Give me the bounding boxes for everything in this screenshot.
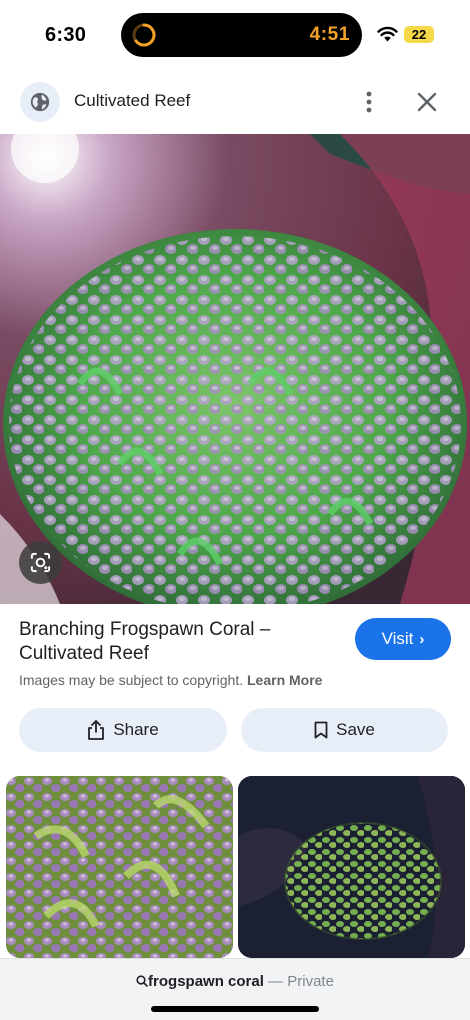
home-indicator[interactable] [151, 1006, 319, 1012]
coral-photo [0, 134, 470, 604]
wifi-icon [377, 26, 398, 42]
chevron-right-icon: › [419, 630, 425, 648]
globe-icon [30, 92, 50, 112]
site-favicon [20, 82, 60, 122]
battery-icon: 22 [404, 26, 434, 43]
dynamic-island[interactable]: 4:51 [121, 13, 362, 57]
status-bar: 6:30 4:51 22 [0, 0, 470, 70]
close-icon[interactable] [412, 87, 442, 117]
search-icon [136, 975, 148, 987]
learn-more-link[interactable]: Learn More [247, 672, 322, 688]
google-lens-button[interactable] [19, 541, 62, 584]
google-lens-icon [30, 552, 51, 573]
share-label: Share [113, 720, 159, 739]
related-image-thumbnail[interactable] [238, 776, 465, 958]
private-mode-label: Private [287, 973, 334, 990]
search-query-row[interactable]: frogspawn coral — Private [0, 973, 470, 990]
more-vert-icon[interactable] [354, 87, 384, 117]
search-bar[interactable]: frogspawn coral — Private [0, 958, 470, 1020]
visit-button[interactable]: Visit › [355, 618, 451, 660]
coral-thumbnail-1 [6, 776, 233, 958]
share-icon [88, 720, 105, 740]
save-label: Save [336, 720, 375, 739]
related-image-thumbnail[interactable] [6, 776, 233, 958]
timer-ring-icon [132, 23, 156, 47]
timer-countdown: 4:51 [309, 24, 350, 45]
status-time: 6:30 [45, 24, 87, 46]
search-query: frogspawn coral [148, 973, 264, 990]
copyright-text: Images may be subject to copyright. [19, 672, 244, 688]
coral-image[interactable] [0, 134, 470, 604]
battery-level: 22 [411, 27, 427, 42]
share-button[interactable]: Share [19, 708, 227, 752]
bookmark-icon [314, 721, 328, 739]
copyright-notice: Images may be subject to copyright. Lear… [19, 672, 322, 688]
separator: — [268, 973, 284, 990]
coral-thumbnail-2 [238, 776, 465, 958]
source-header: Cultivated Reef [0, 70, 470, 134]
site-name[interactable]: Cultivated Reef [74, 91, 190, 111]
result-title[interactable]: Branching Frogspawn Coral – Cultivated R… [19, 618, 319, 666]
save-button[interactable]: Save [241, 708, 448, 752]
visit-label: Visit [381, 629, 414, 648]
